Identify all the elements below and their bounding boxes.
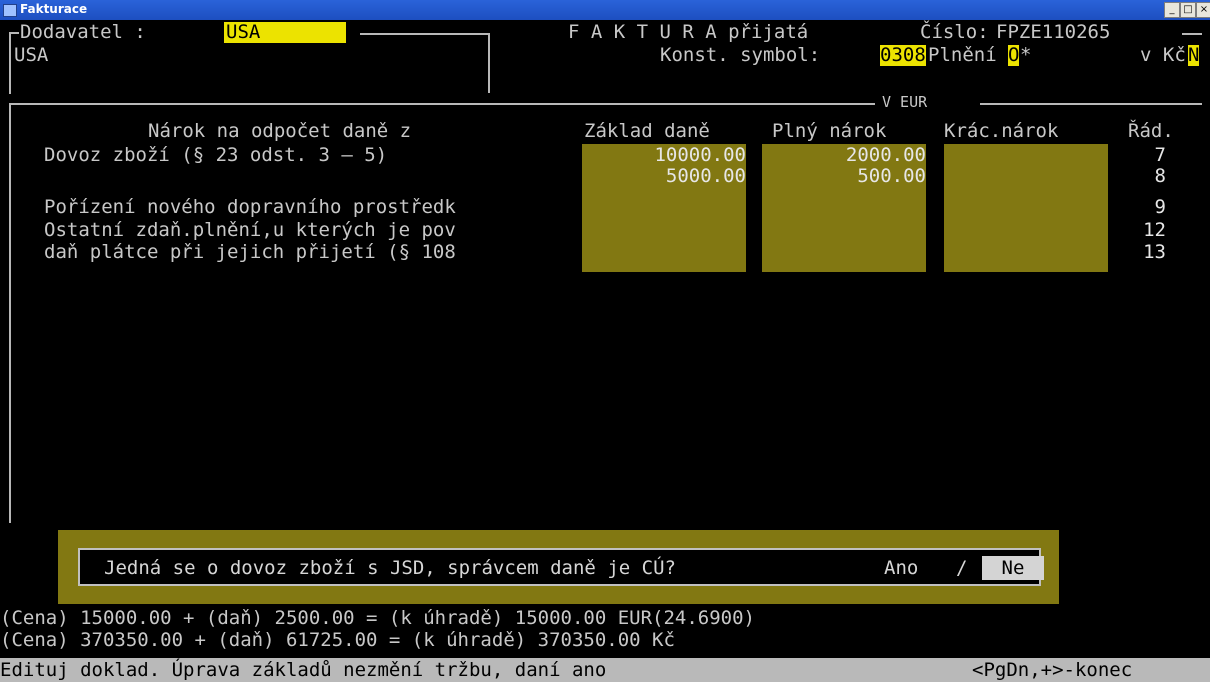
window-title: Fakturace	[20, 2, 88, 16]
konst-symbol-label: Konst. symbol:	[660, 44, 821, 66]
frame-line	[9, 103, 11, 523]
frame-line	[9, 32, 19, 34]
window-title-bar: Fakturace _ □ ×	[0, 0, 1210, 20]
zaklad-field[interactable]: 5000.00	[582, 166, 746, 187]
column-header-plny: Plný nárok	[772, 120, 887, 142]
currency-note: V EUR	[882, 93, 928, 111]
rad-number: 9	[1154, 196, 1166, 218]
column-header-zaklad: Základ daně	[584, 120, 710, 142]
frame-line	[360, 33, 490, 35]
yes-option[interactable]: Ano	[884, 558, 918, 579]
plneni-field[interactable]: O	[1008, 45, 1020, 66]
rad-number: 12	[1143, 219, 1166, 241]
krac-narok-column	[944, 144, 1108, 272]
zaklad-field[interactable]: 10000.00	[582, 145, 746, 166]
currency-field[interactable]: N	[1188, 45, 1200, 66]
minimize-button[interactable]: _	[1164, 2, 1180, 18]
rad-number: 13	[1143, 241, 1166, 263]
plneni-suffix: *	[1020, 44, 1032, 66]
supplier-label: Dodavatel :	[20, 21, 146, 43]
plny-field[interactable]: 2000.00	[762, 145, 926, 166]
no-button[interactable]: Ne	[982, 556, 1044, 580]
rad-number: 7	[1154, 144, 1166, 166]
dialog-question: Jedná se o dovoz zboží s JSD, správcem d…	[104, 557, 676, 579]
frame-line	[980, 103, 1202, 105]
frame-line	[9, 32, 11, 94]
supplier-code-field[interactable]: USA	[224, 22, 346, 43]
column-header-narok: Nárok na odpočet daně z	[148, 120, 412, 142]
totals-eur: (Cena) 15000.00 + (daň) 2500.00 = (k úhr…	[0, 607, 755, 629]
close-button[interactable]: ×	[1196, 2, 1210, 18]
frame-line	[488, 33, 490, 93]
column-header-krac: Krác.nárok	[944, 120, 1059, 142]
row-label: Pořízení nového dopravního prostředk	[44, 196, 456, 218]
konst-symbol-field[interactable]: 0308	[880, 45, 926, 66]
invoice-number-label: Číslo:	[920, 21, 989, 43]
currency-label: v Kč	[1140, 44, 1186, 66]
option-separator: /	[956, 557, 968, 579]
plneni-label: Plnění	[928, 44, 997, 66]
invoice-title: F A K T U R A přijatá	[568, 21, 809, 43]
row-label: Ostatní zdaň.plnění,u kterých je pov	[44, 219, 456, 241]
invoice-number-value: FPZE110265	[996, 21, 1111, 43]
frame-line	[9, 103, 875, 105]
column-header-rad: Řád.	[1128, 120, 1174, 142]
maximize-button[interactable]: □	[1180, 2, 1196, 18]
status-message: Edituj doklad. Úprava základů nezmění tr…	[0, 659, 607, 681]
rad-number: 8	[1154, 165, 1166, 187]
status-hint: <PgDn,+>-konec	[972, 659, 1133, 681]
supplier-name: USA	[14, 44, 49, 66]
plny-field[interactable]: 500.00	[762, 166, 926, 187]
app-icon	[3, 4, 17, 17]
status-bar: Edituj doklad. Úprava základů nezmění tr…	[0, 658, 1210, 682]
frame-line	[1182, 33, 1202, 35]
row-label: Dovoz zboží (§ 23 odst. 3 – 5)	[44, 144, 388, 166]
row-label: daň plátce při jejich přijetí (§ 108	[44, 241, 456, 263]
totals-czk: (Cena) 370350.00 + (daň) 61725.00 = (k ú…	[0, 629, 675, 651]
